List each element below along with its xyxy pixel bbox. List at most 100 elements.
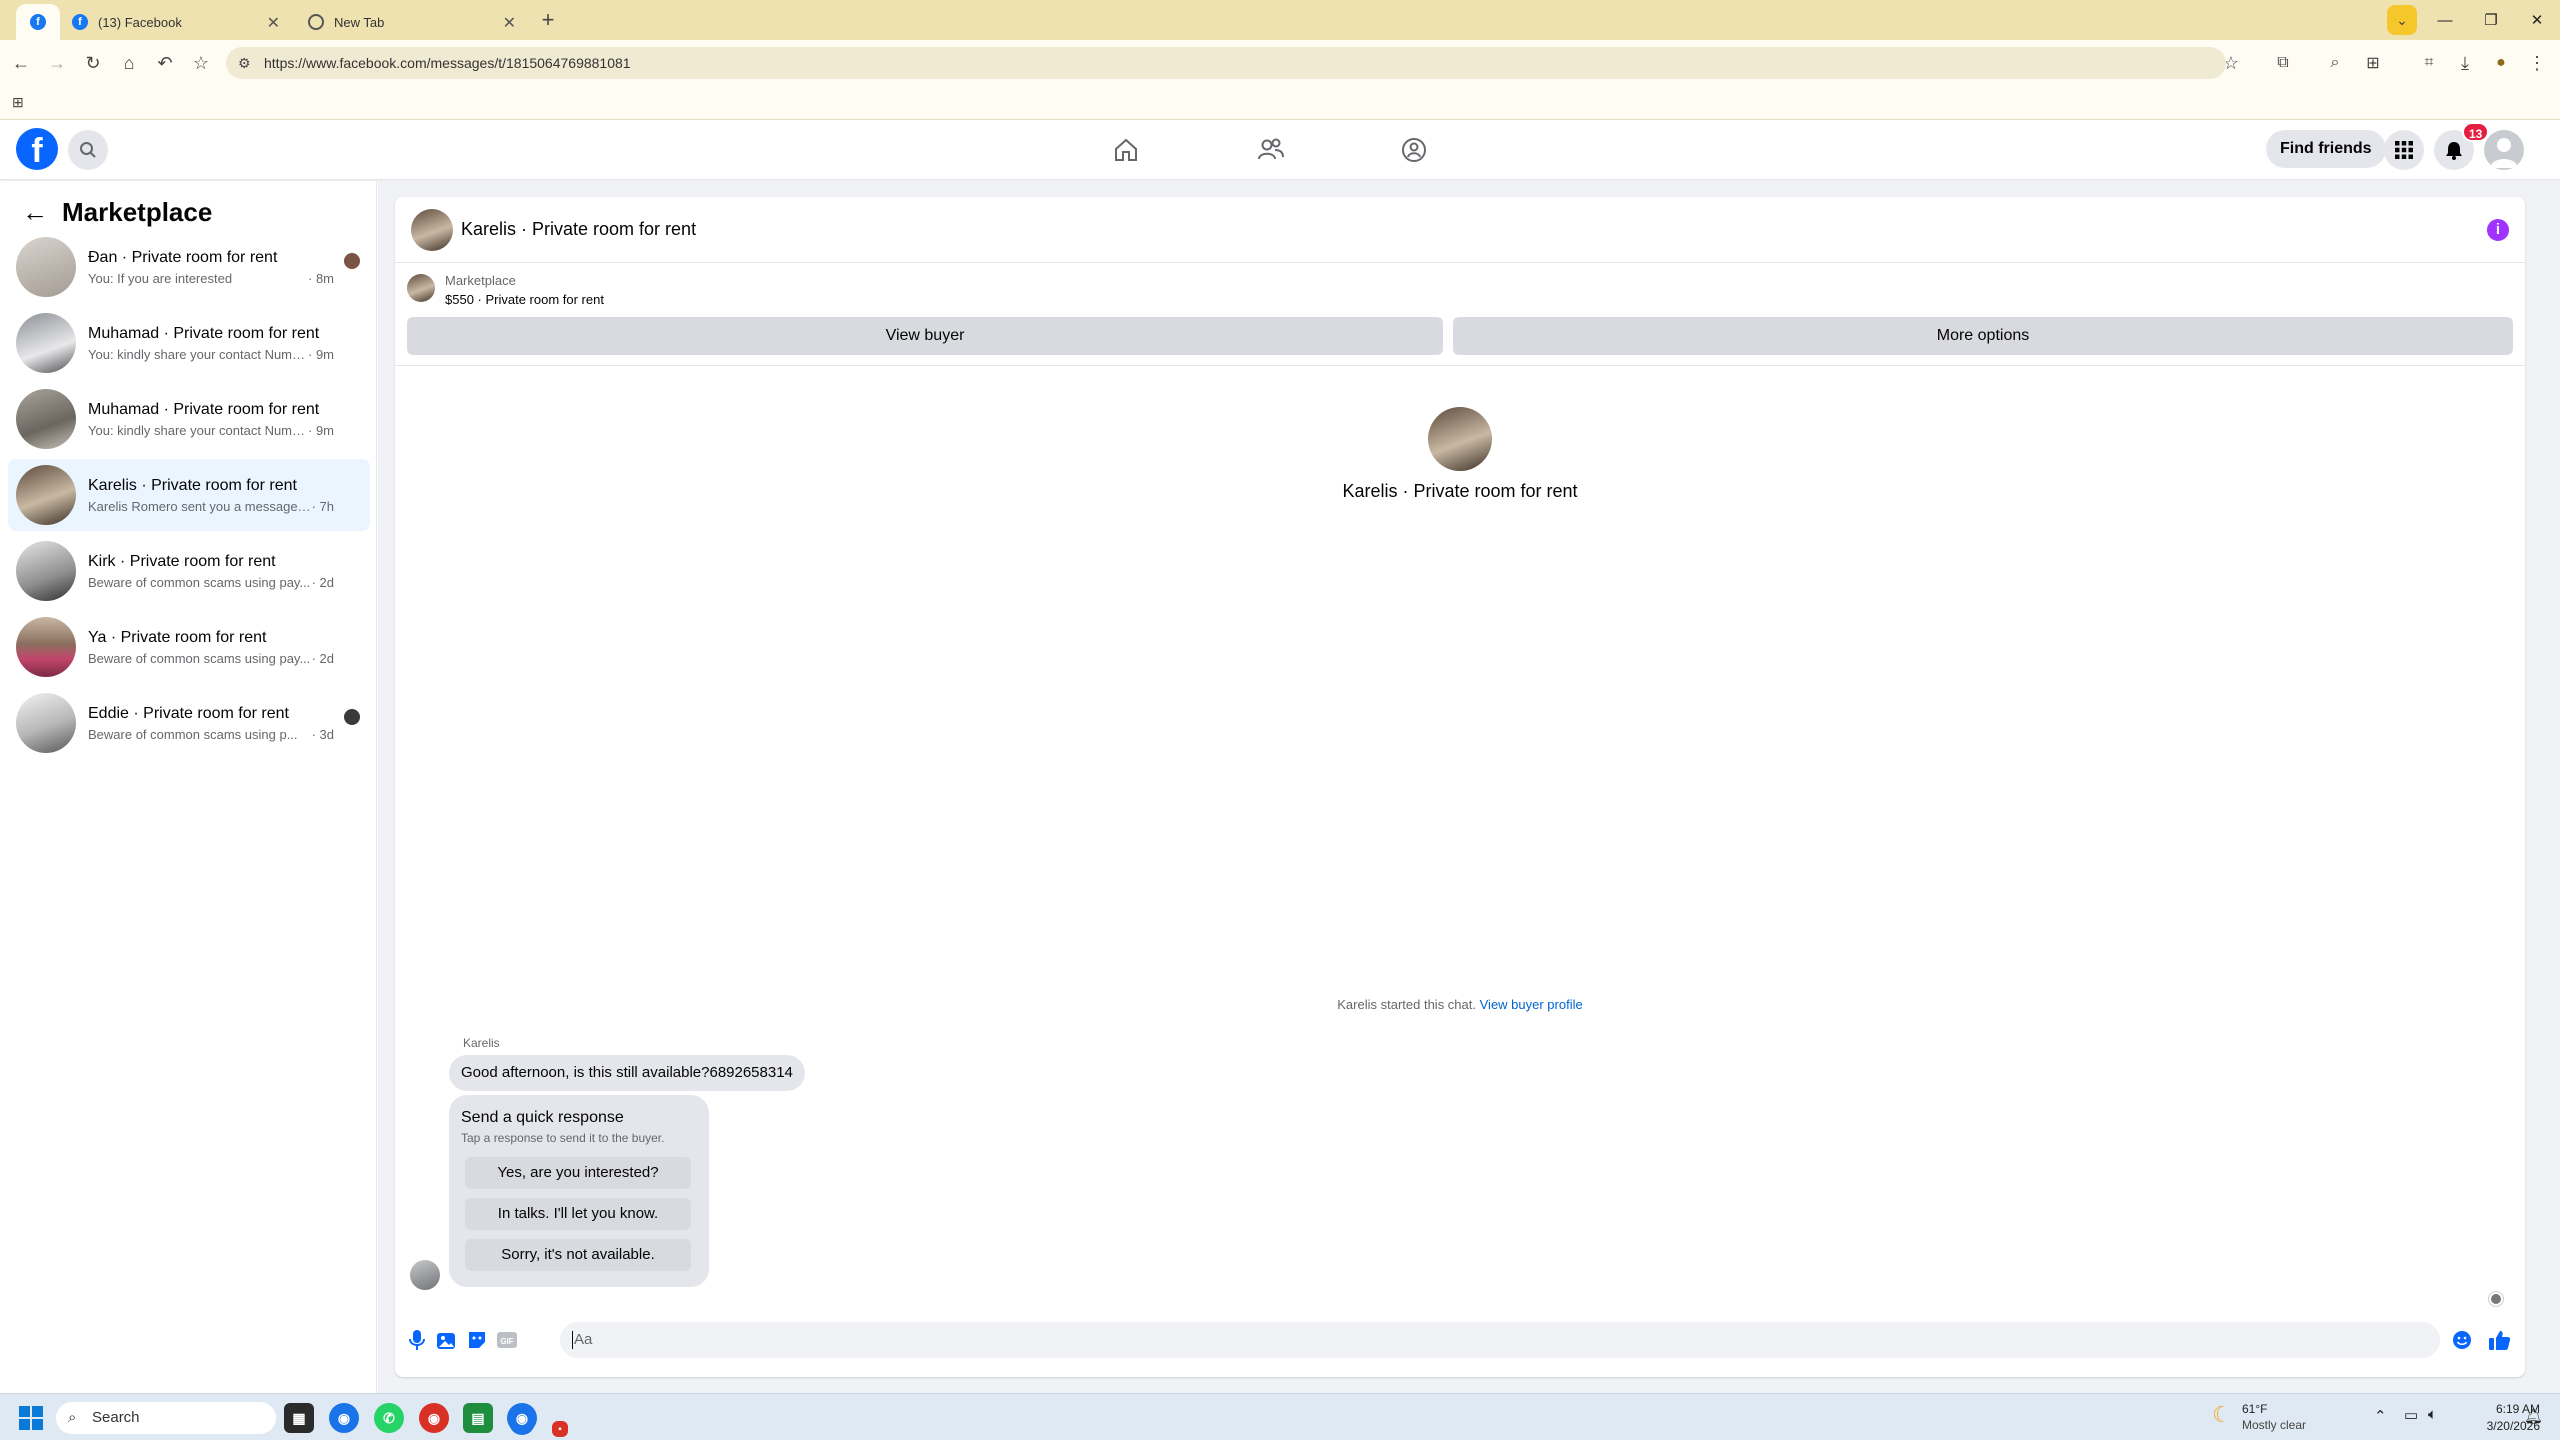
extensions-icon[interactable]: ⧉ — [2268, 48, 2298, 78]
facebook-logo[interactable]: f — [16, 128, 58, 170]
message-placeholder: Aa — [574, 1331, 593, 1348]
close-window-button[interactable]: ✕ — [2514, 0, 2560, 40]
conversation-item-selected[interactable]: Karelis · Private room for rent Karelis … — [8, 459, 370, 531]
friends-nav-icon[interactable] — [1255, 134, 1287, 166]
message-composer: GIF Aa — [395, 1315, 2525, 1365]
download-icon[interactable]: ⤓ — [2450, 48, 2480, 78]
sender-avatar[interactable] — [410, 1260, 440, 1290]
whatsapp-icon[interactable]: ✆ — [374, 1403, 404, 1433]
view-buyer-profile-link[interactable]: View buyer profile — [1480, 997, 1583, 1012]
quick-response-button[interactable]: Yes, are you interested? — [465, 1157, 691, 1189]
conversation-time: · 9m — [308, 422, 334, 438]
bookmark-star-icon[interactable]: ☆ — [186, 48, 216, 78]
weather-condition[interactable]: Mostly clear — [2242, 1418, 2306, 1432]
volume-icon[interactable]: 🔈︎ — [2428, 1406, 2437, 1423]
conversation-item[interactable]: Ya · Private room for rent Beware of com… — [8, 611, 370, 683]
home-nav-icon[interactable] — [1110, 134, 1142, 166]
address-bar[interactable]: ⚙ https://www.facebook.com/messages/t/18… — [226, 47, 2226, 79]
microphone-icon[interactable] — [405, 1328, 429, 1352]
app-mini-icon[interactable]: ▪ — [552, 1421, 568, 1437]
task-view-icon[interactable]: ▦ — [284, 1403, 314, 1433]
started-text: Karelis started this chat. — [1337, 997, 1476, 1012]
back-icon[interactable]: ← — [6, 48, 36, 78]
seen-avatar — [344, 709, 360, 725]
conversation-item[interactable]: Muhamad · Private room for rent You: kin… — [8, 307, 370, 379]
chat-avatar[interactable] — [411, 208, 453, 251]
new-tab-button[interactable]: + — [533, 5, 563, 35]
listing-thumbnail — [16, 541, 76, 601]
conversation-title: Muhamad · Private room for rent — [88, 400, 320, 418]
info-icon[interactable]: i — [2487, 219, 2509, 241]
conversation-title: Eddie · Private room for rent — [88, 704, 289, 722]
taskbar-search[interactable]: ⌕ Search — [56, 1402, 276, 1434]
quick-response-button[interactable]: In talks. I'll let you know. — [465, 1198, 691, 1230]
windows-start-icon[interactable] — [16, 1403, 46, 1433]
conversation-preview: Karelis Romero sent you a message a... — [88, 498, 312, 514]
listing-summary[interactable]: Marketplace $550 · Private room for rent — [407, 273, 604, 307]
fb-search-button[interactable] — [68, 130, 108, 170]
menu-grid-button[interactable] — [2384, 130, 2424, 170]
reload-icon[interactable]: ↻ — [78, 48, 108, 78]
grid-icon[interactable]: ⊞ — [2358, 48, 2388, 78]
close-tab-icon[interactable]: ✕ — [503, 13, 516, 33]
restore-button[interactable]: ❐ — [2468, 0, 2514, 40]
gif-icon[interactable]: GIF — [495, 1328, 519, 1352]
apps-grid-icon[interactable]: ⊞ — [12, 94, 24, 111]
undo-icon[interactable]: ↶ — [150, 48, 180, 78]
sidebar-header: ← Marketplace — [22, 197, 212, 228]
photo-icon[interactable] — [435, 1328, 459, 1352]
conversation-item[interactable]: Eddie · Private room for rent Beware of … — [8, 687, 370, 759]
close-tab-icon[interactable]: ✕ — [267, 13, 280, 33]
conversation-title: Karelis · Private room for rent — [88, 476, 297, 494]
back-arrow-icon[interactable]: ← — [22, 197, 48, 228]
facebook-icon: f — [72, 14, 88, 30]
conversation-time: · 3d — [311, 726, 334, 742]
crop-icon[interactable]: ⌗ — [2414, 48, 2444, 78]
listing-thumbnail — [16, 617, 76, 677]
like-icon[interactable] — [2488, 1328, 2512, 1352]
conversation-sidebar: ← Marketplace Đan · Private room for ren… — [0, 181, 377, 1393]
incoming-message[interactable]: Good afternoon, is this still available?… — [449, 1055, 805, 1091]
menu-icon[interactable]: ⋮ — [2522, 48, 2552, 78]
home-icon[interactable]: ⌂ — [114, 48, 144, 78]
conversation-time: · 9m — [308, 346, 334, 362]
more-options-button[interactable]: More options — [1453, 317, 2513, 355]
chrome-active-icon[interactable]: ◉ — [507, 1403, 537, 1433]
conversation-item[interactable]: Kirk · Private room for rent Beware of c… — [8, 535, 370, 607]
search-icon[interactable]: ⌕ — [2320, 48, 2350, 78]
taskbar-search-text: Search — [92, 1409, 140, 1426]
chrome-profile-icon[interactable]: ◉ — [419, 1403, 449, 1433]
weather-temperature[interactable]: 61°F — [2242, 1402, 2267, 1416]
view-buyer-button[interactable]: View buyer — [407, 317, 1443, 355]
message-input[interactable]: Aa — [560, 1322, 2440, 1358]
conversation-time: · 8m — [308, 270, 334, 286]
weather-icon[interactable]: ☾ — [2212, 1402, 2232, 1428]
tray-chevron-icon[interactable]: ⌃ — [2374, 1407, 2387, 1425]
minimize-button[interactable]: — — [2422, 0, 2468, 40]
groups-nav-icon[interactable] — [1398, 134, 1430, 166]
conversation-item[interactable]: Đan · Private room for rent You: If you … — [8, 231, 370, 303]
network-icon[interactable]: ▭ — [2404, 1406, 2418, 1424]
quick-response-button[interactable]: Sorry, it's not available. — [465, 1239, 691, 1271]
account-avatar[interactable] — [2484, 130, 2524, 170]
tab-search-button[interactable]: ⌄ — [2387, 5, 2417, 35]
emoji-icon[interactable] — [2450, 1328, 2474, 1352]
forward-icon[interactable]: → — [42, 48, 72, 78]
notification-center-icon[interactable]: 🔔︎ — [2524, 1407, 2543, 1425]
facebook-icon: f — [30, 14, 46, 30]
find-friends-button[interactable]: Find friends — [2266, 130, 2386, 168]
chrome-icon[interactable]: ◉ — [329, 1403, 359, 1433]
profile-icon[interactable]: ● — [2486, 48, 2516, 78]
listing-thumbnail — [16, 313, 76, 373]
tab-facebook[interactable]: f (13) Facebook ✕ — [60, 4, 292, 40]
sticker-icon[interactable] — [465, 1328, 489, 1352]
notepad-icon[interactable]: ▤ — [463, 1403, 493, 1433]
tab-new-tab[interactable]: New Tab ✕ — [296, 4, 528, 40]
quick-response-subtitle: Tap a response to send it to the buyer. — [461, 1131, 665, 1145]
chat-title[interactable]: Karelis · Private room for rent — [461, 219, 696, 240]
listing-avatar[interactable] — [1428, 407, 1492, 471]
conversation-item[interactable]: Muhamad · Private room for rent You: kin… — [8, 383, 370, 455]
intro-title: Karelis · Private room for rent — [1342, 481, 1578, 501]
tab-pinned-facebook[interactable]: f — [16, 4, 60, 40]
site-info-icon[interactable]: ⚙ — [238, 47, 251, 79]
